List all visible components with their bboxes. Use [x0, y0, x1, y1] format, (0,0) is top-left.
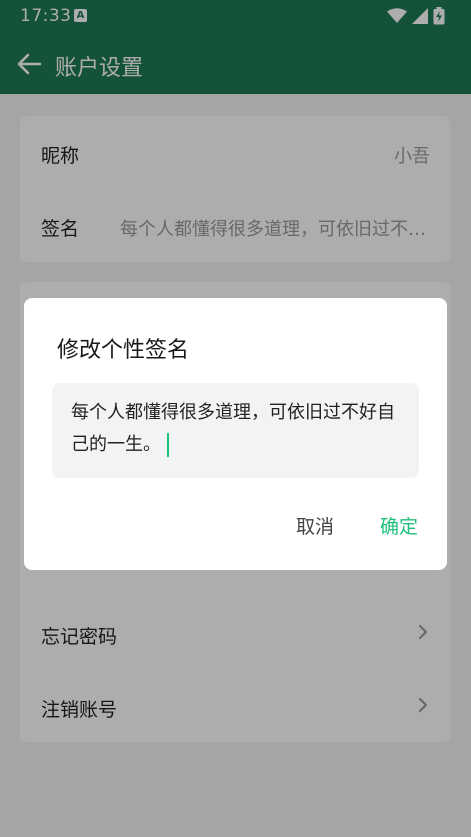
signature-input[interactable]: 每个人都懂得很多道理，可依旧过不好自己的一生。 [52, 383, 419, 478]
text-cursor [167, 433, 169, 457]
cancel-button[interactable]: 取消 [296, 512, 334, 539]
signature-input-text: 每个人都懂得很多道理，可依旧过不好自己的一生。 [71, 402, 395, 455]
edit-signature-dialog: 修改个性签名 每个人都懂得很多道理，可依旧过不好自己的一生。 取消 确定 [24, 298, 447, 570]
confirm-button[interactable]: 确定 [380, 512, 418, 539]
dialog-title: 修改个性签名 [57, 338, 190, 363]
